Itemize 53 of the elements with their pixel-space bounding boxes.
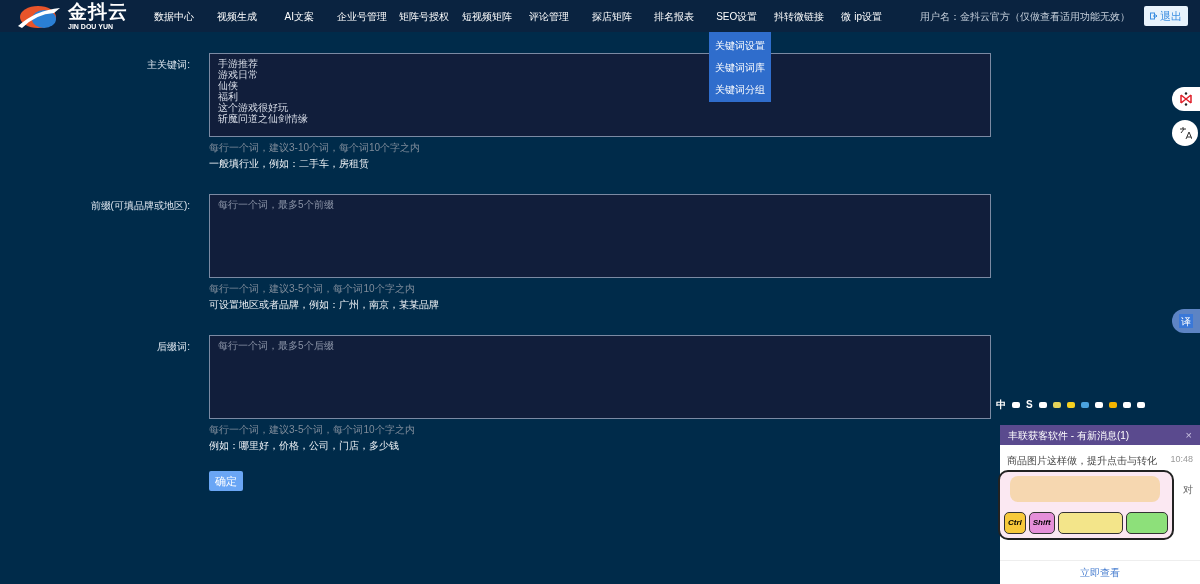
keyword-line: 斩魔问道之仙剑情缘 <box>218 113 308 124</box>
example-text: 一般填行业，例如：二手车，房租赁 <box>209 157 370 171</box>
nav-item[interactable]: 数据中心 <box>152 6 197 26</box>
dropdown-item[interactable]: 关键词词库 <box>708 56 771 78</box>
nav-item[interactable]: 探店矩阵 <box>589 6 634 26</box>
example-text: 例如：哪里好，价格，公司，门店，多少钱 <box>209 439 400 453</box>
popup-title: 丰联获客软件 - 有新消息(1) <box>1008 428 1130 443</box>
field-label: 主关键词: <box>147 58 190 72</box>
nav-item[interactable]: 抖转微链接 <box>772 6 827 26</box>
hint-text: 每行一个词，建议3-5个词，每个词10个字之内 <box>209 423 416 437</box>
field-label: 后缀词: <box>157 340 190 354</box>
nav-item[interactable]: 微 ip设置 <box>839 6 885 26</box>
example-text: 可设置地区或者品牌，例如：广州，南京，某某品牌 <box>209 298 440 312</box>
nav-item[interactable]: 排名报表 <box>652 6 697 26</box>
spacebar-key <box>1057 512 1124 534</box>
sticker-key: Ctrl <box>1004 512 1026 534</box>
nav-item[interactable]: SEO设置 <box>714 6 760 26</box>
dropdown-item[interactable]: 关键词分组 <box>708 78 771 100</box>
keyword-line: 游戏日常 <box>218 69 258 80</box>
nav-item[interactable]: 企业号管理 <box>334 6 389 26</box>
nav-item[interactable]: AI文案 <box>282 6 316 26</box>
hint-text: 每行一个词，建议3-10个词，每个词10个字之内 <box>209 141 422 155</box>
nav-item[interactable]: 视频生成 <box>214 6 259 26</box>
nav-item[interactable]: 评论管理 <box>527 6 572 26</box>
keyword-line: 手游推荐 <box>218 58 258 69</box>
nav-item[interactable]: 矩阵号授权 <box>397 6 452 26</box>
message-text: 商品图片这样做，提升点击与转化 <box>1007 454 1157 468</box>
logo-name: 金抖云 <box>68 2 128 21</box>
side-widget[interactable] <box>1172 87 1200 111</box>
dropdown-item[interactable]: 关键词设置 <box>708 34 771 56</box>
tray-glyph[interactable]: S <box>1026 400 1033 410</box>
translate-tab[interactable]: 译 <box>1172 309 1200 333</box>
field-label: 前缀(可填品牌或地区): <box>90 199 190 213</box>
text-area[interactable]: 每行一个词，最多5个后缀 <box>209 335 991 419</box>
keyword-line: 这个游戏很好玩 <box>218 102 288 113</box>
keyword-line: 福利 <box>218 91 238 102</box>
side-widget[interactable] <box>1172 120 1198 146</box>
logout-icon <box>1150 12 1158 20</box>
translate-label: 译 <box>1179 314 1193 328</box>
message-snippet: 对 <box>1183 483 1193 497</box>
tray-glyph[interactable]: 中 <box>996 400 1006 410</box>
keyword-line: 仙侠 <box>218 80 238 91</box>
text-area[interactable]: 每行一个词，最多5个前缀 <box>209 194 991 278</box>
enter-key <box>1126 512 1168 534</box>
sticker-key: Shift <box>1028 512 1055 534</box>
username-label: 用户名：金抖云官方（仅做查看适用功能无效） <box>920 9 1130 24</box>
nav-item[interactable]: 短视频矩阵 <box>459 6 514 26</box>
message-time: 10:48 <box>1170 453 1193 466</box>
hint-text: 每行一个词，建议3-5个词，每个词10个字之内 <box>209 282 416 296</box>
close-button[interactable]: × <box>1185 429 1192 441</box>
translate-icon <box>1178 126 1192 140</box>
network-icon <box>1179 92 1193 106</box>
view-now-link[interactable]: 立即查看 <box>1080 565 1120 580</box>
